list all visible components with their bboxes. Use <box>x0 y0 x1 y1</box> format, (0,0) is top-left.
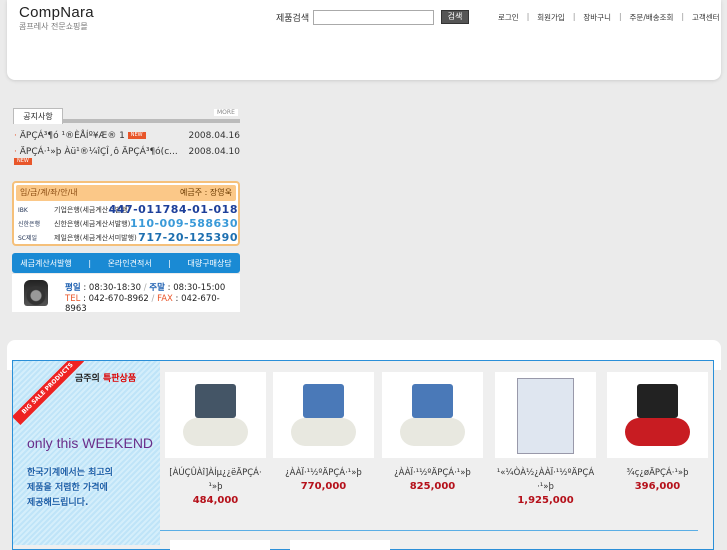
product-image[interactable] <box>495 372 596 458</box>
logo-subtitle: 콤프레사 전문쇼핑몰 <box>19 22 88 31</box>
more-link[interactable]: MORE <box>214 109 238 116</box>
search-button[interactable]: 검색 <box>441 10 469 24</box>
product-image[interactable] <box>382 372 483 458</box>
product-image[interactable] <box>607 372 708 458</box>
sale-ribbon: BIG SALE PRODUCTS <box>13 361 85 426</box>
product-name[interactable]: ¹«¼ÒÀ½¿ÀÀÏ·¹½ºÄPÇÁ·¹»þ <box>494 466 597 494</box>
separator: | <box>572 12 576 21</box>
product-image[interactable] <box>165 372 266 458</box>
account-owner: 예금주 : 장영욱 <box>180 188 232 197</box>
promo-banner[interactable]: BIG SALE PRODUCTS 금주의 특판상품 only this WEE… <box>13 361 160 545</box>
phone-fax: TEL : 042-670-8962 / FAX : 042-670-8963 <box>65 294 220 314</box>
separator: | <box>88 258 92 268</box>
promo-line: 한국기계에서는 최고의 <box>27 468 113 478</box>
nav-cart[interactable]: 장바구니 <box>583 12 611 23</box>
bank-name: 신한은행(세금계산서발행) <box>54 220 131 228</box>
product-card[interactable]: [ÀÚÇÛÀî]ÀÍµ¿¿ëÄPÇÁ·¹»þ 484,000 <box>164 372 267 508</box>
hours: 평일 : 08:30-18:30 / 주말 : 08:30-15:00 <box>65 283 226 293</box>
divider <box>160 530 698 531</box>
logo[interactable]: CompNara <box>19 4 94 21</box>
new-badge: NEW <box>14 158 32 165</box>
separator: | <box>526 12 530 21</box>
promo-title: 금주의 특판상품 <box>75 374 137 384</box>
notice-item[interactable]: · ÄPÇÁ·¹»þ Àü¹®¼îÇÎ¸ô ÄPÇÁ³¶ó(c... NEW 2… <box>14 147 240 167</box>
account-number: 717-20-125390 <box>138 231 238 244</box>
bank-accounts-box: 입/금/계/좌/안/내 예금주 : 장영욱 IBK 기업은행(세금계산서발행) 44… <box>12 181 240 246</box>
contact-box: 평일 : 08:30-18:30 / 주말 : 08:30-15:00 TEL … <box>12 274 240 314</box>
online-quote-link[interactable]: 온라인견적서 <box>108 258 152 269</box>
promo-line: 제품을 저렴한 가격에 <box>27 483 108 493</box>
product-image[interactable] <box>273 372 374 458</box>
top-nav: 로그인 | 회원가입 | 장바구니 | 주문/배송조회 | 고객센터 <box>498 12 720 23</box>
product-name[interactable]: ¾ç¿øÄPÇÁ·¹»þ <box>606 466 709 480</box>
tax-invoice-link[interactable]: 세금계산서발행 <box>20 258 72 269</box>
product-image[interactable] <box>170 540 270 550</box>
product-image[interactable] <box>290 540 390 550</box>
product-price: 825,000 <box>409 481 456 492</box>
nav-join[interactable]: 회원가입 <box>537 12 565 23</box>
bank-row: SC제일 제일은행(세금계산서미발행) 717-20-125390 <box>18 231 238 245</box>
bulk-purchase-link[interactable]: 대량구매상담 <box>188 258 232 269</box>
bank-header: 입/금/계/좌/안/내 예금주 : 장영욱 <box>16 185 236 201</box>
notice-title[interactable]: ÄPÇÁ·¹»þ Àü¹®¼îÇÎ¸ô ÄPÇÁ³¶ó(c... <box>20 147 178 157</box>
account-number: 110-009-588630 <box>130 217 238 230</box>
bank-logo: IBK <box>18 207 28 214</box>
bullet-icon: · <box>14 147 17 157</box>
product-name[interactable]: ¿ÀÀÏ·¹½ºÄPÇÁ·¹»þ <box>272 466 375 480</box>
product-card[interactable]: ¾ç¿øÄPÇÁ·¹»þ 396,000 <box>606 372 709 494</box>
notice-date: 2008.04.10 <box>188 147 240 157</box>
nav-support[interactable]: 고객센터 <box>692 12 720 23</box>
nav-login[interactable]: 로그인 <box>498 12 519 23</box>
product-card[interactable]: ¹«¼ÒÀ½¿ÀÀÏ·¹½ºÄPÇÁ·¹»þ 1,925,000 <box>494 372 597 508</box>
product-card[interactable]: ¿ÀÀÏ·¹½ºÄPÇÁ·¹»þ 770,000 <box>272 372 375 494</box>
promo-line: 제공해드립니다. <box>27 498 89 508</box>
product-name[interactable]: ¿ÀÀÏ·¹½ºÄPÇÁ·¹»þ <box>381 466 484 480</box>
service-links: 세금계산서발행 | 온라인견적서 | 대량구매상담 <box>12 253 240 273</box>
notice-title[interactable]: ÄPÇÁ³¶ó ¹®ÈÅÍº¥Æ® 1 <box>20 131 125 141</box>
bank-logo: SC제일 <box>18 235 38 242</box>
search-input[interactable] <box>313 10 434 25</box>
product-price: 770,000 <box>300 481 347 492</box>
bank-name: 제일은행(세금계산서미발행) <box>54 234 137 242</box>
product-price: 1,925,000 <box>517 495 574 506</box>
search-label: 제품검색 <box>276 14 310 24</box>
bank-logo: 신한은행 <box>18 221 41 228</box>
notice-item[interactable]: · ÄPÇÁ³¶ó ¹®ÈÅÍº¥Æ® 1 NEW 2008.04.16 <box>14 131 240 141</box>
tab-notice[interactable]: 공지사항 <box>13 108 63 124</box>
promo-weekend: only this WEEKEND <box>27 435 154 451</box>
bank-title: 입/금/계/좌/안/내 <box>20 188 78 197</box>
bullet-icon: · <box>14 131 17 141</box>
notice-bar <box>63 119 240 123</box>
product-price: 396,000 <box>634 481 681 492</box>
nav-orders[interactable]: 주문/배송조회 <box>630 12 674 23</box>
account-number: 447-011784-01-018 <box>108 203 238 216</box>
product-card[interactable]: ¿ÀÀÏ·¹½ºÄPÇÁ·¹»þ 825,000 <box>381 372 484 494</box>
notice-date: 2008.04.16 <box>188 131 240 141</box>
bank-row: IBK 기업은행(세금계산서발행) 447-011784-01-018 <box>18 203 238 217</box>
telephone-icon <box>24 280 48 306</box>
product-name[interactable]: [ÀÚÇÛÀî]ÀÍµ¿¿ëÄPÇÁ·¹»þ <box>164 466 267 494</box>
new-badge: NEW <box>127 132 146 139</box>
separator: | <box>618 12 622 21</box>
bank-row: 신한은행 신한은행(세금계산서발행) 110-009-588630 <box>18 217 238 231</box>
product-price: 484,000 <box>192 495 239 506</box>
separator: | <box>681 12 684 21</box>
separator: | <box>168 258 171 268</box>
